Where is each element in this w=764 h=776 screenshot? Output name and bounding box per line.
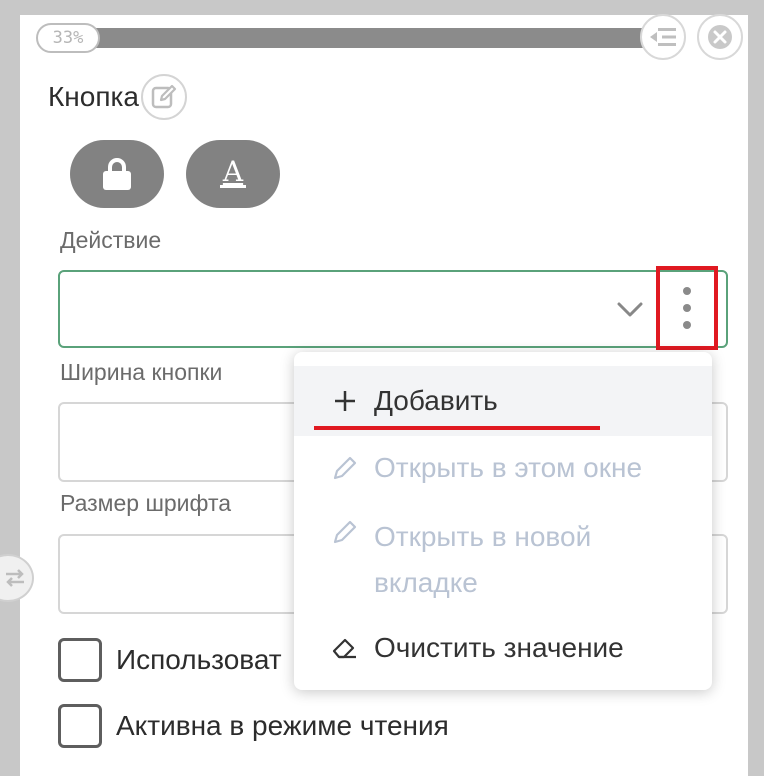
menu-item-open-new-tab[interactable]: Открыть в новой вкладке [294, 514, 712, 614]
lock-button[interactable] [70, 140, 164, 208]
font-style-button[interactable]: A [186, 140, 280, 208]
use-checkbox-label: Использоват [116, 644, 282, 675]
active-readonly-checkbox-label: Активна в режиме чтения [116, 710, 449, 741]
active-readonly-checkbox-row[interactable]: Активна в режиме чтения [58, 704, 449, 748]
use-checkbox[interactable] [58, 638, 102, 682]
collapse-icon [650, 28, 676, 46]
swap-icon [6, 569, 24, 587]
pencil-icon [330, 514, 360, 550]
use-checkbox-row[interactable]: Использоват [58, 638, 282, 682]
close-icon [708, 25, 732, 49]
action-label: Действие [60, 227, 162, 253]
edit-icon [151, 84, 177, 109]
pencil-icon [330, 450, 360, 486]
menu-item-clear-value[interactable]: Очистить значение [294, 628, 712, 668]
menu-item-clear-value-label: Очистить значение [374, 632, 624, 663]
progress-bar [80, 28, 660, 48]
more-vertical-icon [683, 287, 691, 329]
menu-item-open-same-window-label: Открыть в этом окне [374, 452, 643, 483]
highlight-underline [314, 426, 600, 430]
menu-item-open-new-tab-label-line2: вкладке [374, 567, 478, 598]
plus-icon [330, 383, 360, 419]
font-icon: A [220, 156, 246, 188]
component-title-row: Кнопка [48, 74, 187, 120]
action-dropdown-menu: Добавить Открыть в этом окне Открыть в н… [294, 352, 712, 690]
eraser-icon [330, 630, 360, 666]
lock-icon [103, 158, 131, 190]
close-button[interactable] [697, 14, 743, 60]
active-readonly-checkbox[interactable] [58, 704, 102, 748]
menu-item-add-label: Добавить [374, 385, 498, 416]
menu-item-open-new-tab-label-line1: Открыть в новой [374, 521, 592, 552]
edit-title-button[interactable] [140, 74, 187, 120]
menu-item-open-same-window[interactable]: Открыть в этом окне [294, 448, 712, 488]
chevron-down-icon[interactable] [615, 300, 645, 320]
progress-label: 33% [36, 23, 100, 53]
svg-text:A: A [222, 156, 244, 188]
action-more-button[interactable] [656, 266, 718, 350]
component-title: Кнопка [48, 81, 139, 112]
button-width-label: Ширина кнопки [60, 359, 223, 385]
font-size-label: Размер шрифта [60, 490, 232, 516]
collapse-button[interactable] [640, 14, 686, 60]
